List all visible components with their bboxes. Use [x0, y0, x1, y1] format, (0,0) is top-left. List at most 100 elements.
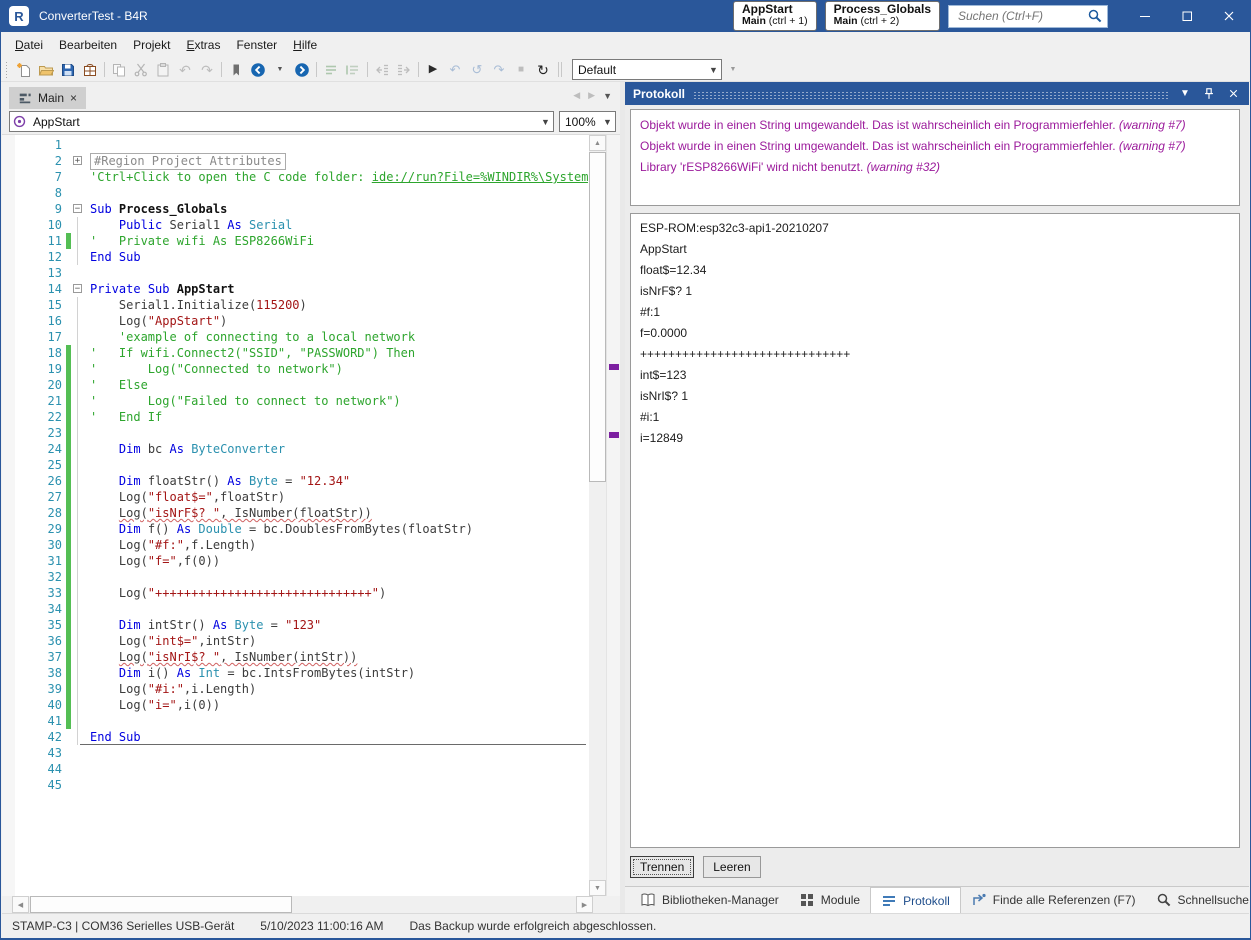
search-input[interactable]	[956, 8, 1087, 24]
disconnect-button[interactable]: Trennen	[630, 856, 694, 878]
code-line[interactable]: 29 Dim f() As Double = bc.DoublesFromByt…	[2, 521, 588, 537]
chevron-down-icon[interactable]: ▼	[706, 65, 721, 75]
code-line[interactable]: 16 Log("AppStart")	[2, 313, 588, 329]
chevron-down-icon[interactable]: ▼	[600, 117, 615, 127]
code-line[interactable]: 32	[2, 569, 588, 585]
horizontal-scroll-thumb[interactable]	[30, 896, 292, 913]
menu-datei[interactable]: Datei	[7, 34, 51, 56]
panel-tab-references[interactable]: Finde alle Referenzen (F7)	[961, 887, 1146, 913]
code-line[interactable]: 24 Dim bc As ByteConverter	[2, 441, 588, 457]
code-line[interactable]: 14−Private Sub AppStart	[2, 281, 588, 297]
maximize-button[interactable]	[1166, 0, 1208, 32]
back-caret-icon[interactable]: ▼	[269, 59, 291, 81]
code-line[interactable]: 31 Log("f=",f(0))	[2, 553, 588, 569]
code-line[interactable]: 2+#Region Project Attributes	[2, 153, 588, 169]
code-line[interactable]: 7'Ctrl+Click to open the C code folder: …	[2, 169, 588, 185]
code-line[interactable]: 38 Dim i() As Int = bc.IntsFromBytes(int…	[2, 665, 588, 681]
code-line[interactable]: 1	[2, 137, 588, 153]
rebuild-icon[interactable]: ↻	[532, 59, 554, 81]
sub-selector-combo[interactable]: AppStart ▼	[9, 111, 554, 132]
menu-projekt[interactable]: Projekt	[125, 34, 178, 56]
code-line[interactable]: 17 'example of connecting to a local net…	[2, 329, 588, 345]
code-line[interactable]: 26 Dim floatStr() As Byte = "12.34"	[2, 473, 588, 489]
code-line[interactable]: 40 Log("i=",i(0))	[2, 697, 588, 713]
panel-tab-loglines[interactable]: Protokoll	[870, 887, 961, 913]
menu-fenster[interactable]: Fenster	[228, 34, 285, 56]
menu-bearbeiten[interactable]: Bearbeiten	[51, 34, 125, 56]
open-icon[interactable]	[35, 59, 57, 81]
menu-extras[interactable]: Extras	[178, 34, 228, 56]
code-line[interactable]: 11' Private wifi As ESP8266WiFi	[2, 233, 588, 249]
code-line[interactable]: 44	[2, 761, 588, 777]
build-configuration-combo[interactable]: Default▼	[572, 59, 722, 80]
toolbar-grip[interactable]	[5, 62, 9, 78]
scroll-down-icon[interactable]: ▼	[589, 880, 606, 896]
panel-close-icon[interactable]	[1225, 86, 1241, 102]
code-line[interactable]: 13	[2, 265, 588, 281]
panel-tab-book[interactable]: Bibliotheken-Manager	[630, 887, 789, 913]
search-icon[interactable]	[1087, 8, 1103, 24]
panel-menu-caret-icon[interactable]: ▼	[1177, 86, 1193, 102]
fold-collapse-icon[interactable]: −	[73, 284, 82, 293]
scroll-left-icon[interactable]: ◀	[12, 896, 29, 913]
code-line[interactable]: 36 Log("int$=",intStr)	[2, 633, 588, 649]
code-line[interactable]: 12End Sub	[2, 249, 588, 265]
code-line[interactable]: 33 Log("++++++++++++++++++++++++++++++")	[2, 585, 588, 601]
code-line[interactable]: 18' If wifi.Connect2("SSID", "PASSWORD")…	[2, 345, 588, 361]
code-line[interactable]: 19' Log("Connected to network")	[2, 361, 588, 377]
vertical-scroll-thumb[interactable]	[589, 152, 606, 482]
code-line[interactable]: 37 Log("isNrI$? ", IsNumber(intStr))	[2, 649, 588, 665]
code-line[interactable]: 35 Dim intStr() As Byte = "123"	[2, 617, 588, 633]
code-line[interactable]: 23	[2, 425, 588, 441]
code-line[interactable]: 39 Log("#i:",i.Length)	[2, 681, 588, 697]
code-line[interactable]: 9−Sub Process_Globals	[2, 201, 588, 217]
scroll-up-icon[interactable]: ▲	[589, 135, 606, 151]
scroll-right-icon[interactable]: ▶	[576, 896, 593, 913]
change-bar	[66, 425, 71, 441]
code-line[interactable]: 28 Log("isNrF$? ", IsNumber(floatStr))	[2, 505, 588, 521]
code-line[interactable]: 25	[2, 457, 588, 473]
code-line[interactable]: 10 Public Serial1 As Serial	[2, 217, 588, 233]
search-box[interactable]	[948, 5, 1108, 28]
code-line[interactable]: 21' Log("Failed to connect to network")	[2, 393, 588, 409]
back-icon[interactable]	[247, 59, 269, 81]
forward-icon[interactable]	[291, 59, 313, 81]
panel-drag-texture[interactable]	[693, 91, 1169, 100]
fold-expand-icon[interactable]: +	[73, 156, 82, 165]
editor-horizontal-scrollbar[interactable]: ◀ ▶	[2, 896, 620, 913]
zoom-combo[interactable]: 100% ▼	[559, 111, 616, 132]
minimize-button[interactable]	[1124, 0, 1166, 32]
quick-run-button-process_globals[interactable]: Process_GlobalsMain (ctrl + 2)	[825, 1, 940, 31]
save-icon[interactable]	[57, 59, 79, 81]
chevron-down-icon[interactable]: ▼	[538, 117, 553, 127]
tab-main[interactable]: Main ×	[9, 87, 86, 109]
copy-icon	[108, 59, 130, 81]
fold-collapse-icon[interactable]: −	[73, 204, 82, 213]
tab-close-icon[interactable]: ×	[70, 92, 77, 104]
run-icon[interactable]: ▶	[422, 59, 444, 81]
code-editor[interactable]: 12+#Region Project Attributes7'Ctrl+Clic…	[2, 134, 620, 896]
code-line[interactable]: 27 Log("float$=",floatStr)	[2, 489, 588, 505]
close-button[interactable]	[1208, 0, 1250, 32]
new-icon[interactable]	[13, 59, 35, 81]
code-line[interactable]: 30 Log("#f:",f.Length)	[2, 537, 588, 553]
code-line[interactable]: 8	[2, 185, 588, 201]
code-line[interactable]: 43	[2, 745, 588, 761]
panel-tab-quicksearch[interactable]: Schnellsuche	[1146, 887, 1251, 913]
bookmark-icon[interactable]	[225, 59, 247, 81]
pin-icon[interactable]	[1201, 86, 1217, 102]
code-line[interactable]: 15 Serial1.Initialize(115200)	[2, 297, 588, 313]
code-line[interactable]: 41	[2, 713, 588, 729]
code-line[interactable]: 20' Else	[2, 377, 588, 393]
code-line[interactable]: 42End Sub	[2, 729, 588, 745]
panel-tab-modules[interactable]: Module	[789, 887, 870, 913]
package-icon[interactable]	[79, 59, 101, 81]
editor-vertical-scrollbar[interactable]: ▲ ▼	[589, 135, 606, 896]
code-line[interactable]: 45	[2, 777, 588, 793]
clear-button[interactable]: Leeren	[703, 856, 760, 878]
quick-run-button-appstart[interactable]: AppStartMain (ctrl + 1)	[733, 1, 817, 31]
tab-list-icon[interactable]: ▼	[603, 91, 612, 101]
code-line[interactable]: 22' End If	[2, 409, 588, 425]
code-line[interactable]: 34	[2, 601, 588, 617]
menu-hilfe[interactable]: Hilfe	[285, 34, 325, 56]
